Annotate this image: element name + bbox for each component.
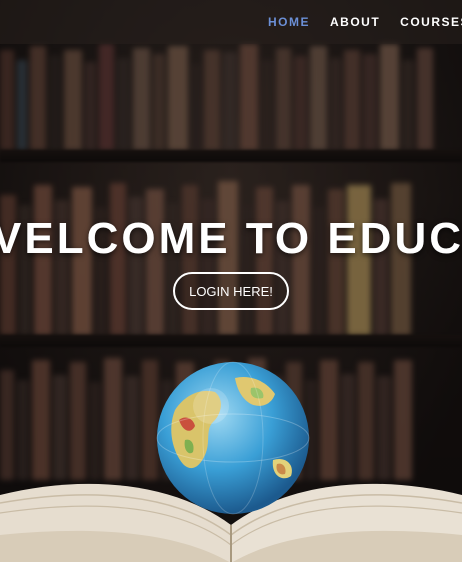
page-bottom-edge xyxy=(0,562,462,570)
nav-courses[interactable]: COURSES xyxy=(400,15,462,29)
top-navbar: HOME ABOUT COURSES xyxy=(0,0,462,44)
nav-about[interactable]: ABOUT xyxy=(330,15,380,29)
login-button[interactable]: LOGIN HERE! xyxy=(173,272,289,310)
hero-headline: VELCOME TO EDUCA xyxy=(0,214,462,263)
globe-illustration xyxy=(156,361,310,515)
nav-home[interactable]: HOME xyxy=(268,15,310,29)
